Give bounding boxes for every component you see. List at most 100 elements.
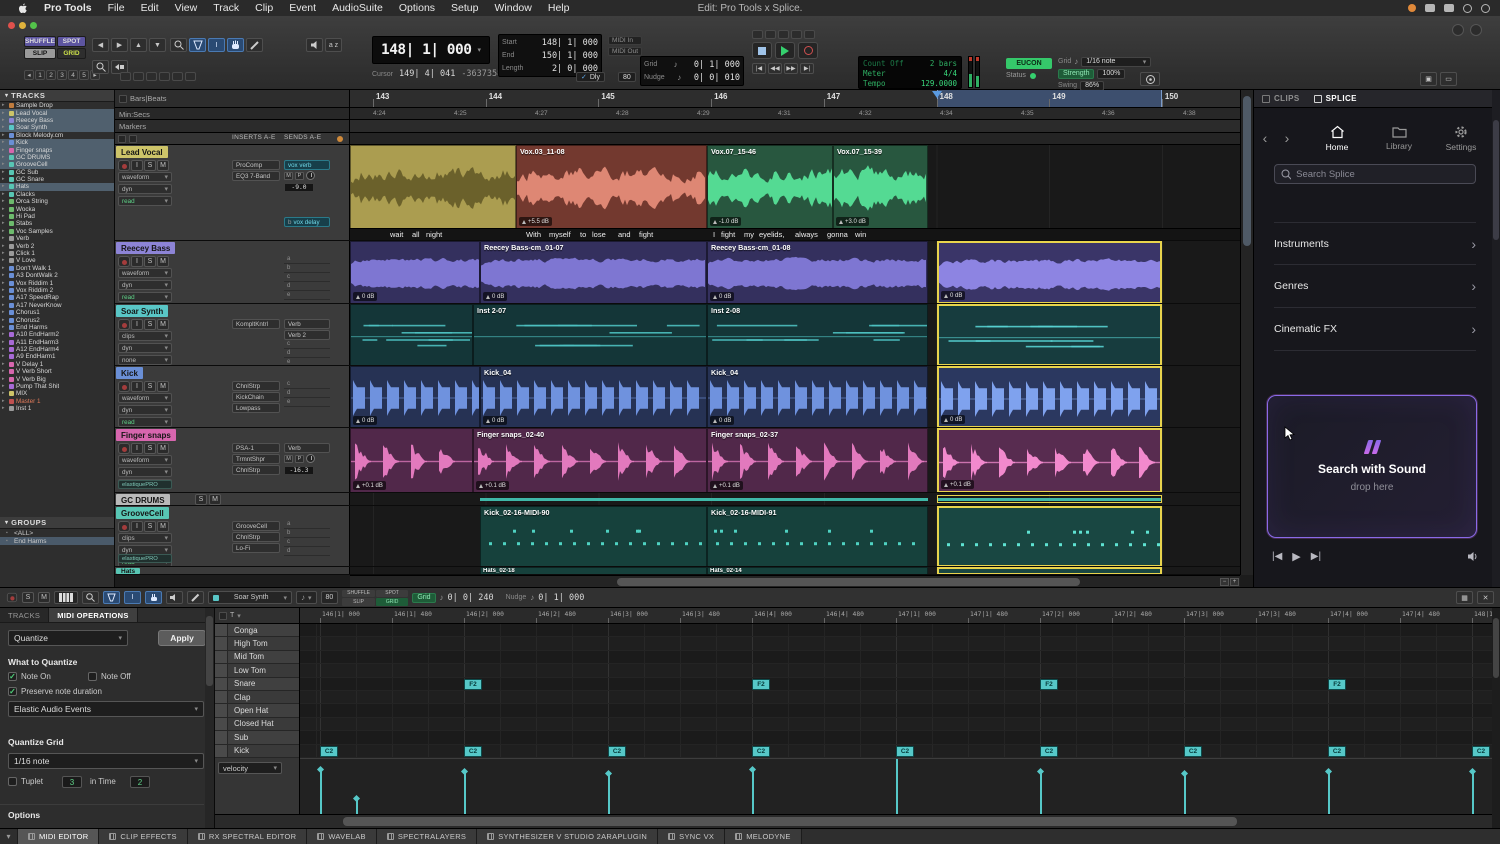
mute-button[interactable]: M bbox=[209, 494, 221, 505]
midi-grid-row[interactable] bbox=[300, 704, 1492, 717]
insert-slot-lowpass[interactable]: Lowpass bbox=[232, 403, 280, 413]
drum-row-kick[interactable]: Kick bbox=[215, 745, 299, 758]
velocity-stem[interactable] bbox=[320, 770, 322, 814]
lyric-word[interactable]: fight bbox=[639, 230, 653, 239]
track-list-item-verb-2[interactable]: ▸Verb 2 bbox=[0, 242, 114, 249]
track-expand-icon[interactable]: ▸ bbox=[2, 288, 7, 293]
window-tab-sync-vx[interactable]: SYNC VX bbox=[658, 829, 725, 844]
edit-vertical-scrollbar[interactable] bbox=[1240, 90, 1253, 575]
track-expand-icon[interactable]: ▸ bbox=[2, 207, 7, 212]
elastic-audio-select[interactable]: Elastic Audio Events▾ bbox=[8, 701, 204, 717]
lyric-word[interactable]: and bbox=[618, 230, 631, 239]
dyn-selector[interactable]: dyn▾ bbox=[118, 280, 172, 290]
pencil-tool-button[interactable] bbox=[246, 38, 263, 52]
solo-button[interactable]: S bbox=[144, 256, 156, 267]
track-header-soar-synth[interactable]: Soar SynthISMclips▾dyn▾none▾KompltKntrlV… bbox=[115, 304, 350, 365]
track-list-item-a17-speedrap[interactable]: ▸A17 SpeedRap bbox=[0, 294, 114, 301]
track-expand-icon[interactable]: ▸ bbox=[2, 369, 7, 374]
track-list-item-v-verb-short[interactable]: ▸V Verb Short bbox=[0, 368, 114, 375]
view-selector[interactable]: waveform▾ bbox=[118, 268, 172, 278]
clip[interactable] bbox=[937, 567, 1162, 574]
velocity-stem[interactable] bbox=[1328, 772, 1330, 814]
insert-slot-procomp[interactable]: ProComp bbox=[232, 160, 280, 170]
track-expand-icon[interactable]: ▸ bbox=[2, 251, 7, 256]
clip[interactable]: 0 dB bbox=[937, 366, 1162, 427]
dyn-selector[interactable]: dyn▾ bbox=[118, 467, 172, 477]
track-expand-icon[interactable]: ▸ bbox=[2, 325, 7, 330]
pan-knob[interactable] bbox=[306, 171, 315, 180]
automation-follows-button[interactable] bbox=[185, 72, 196, 81]
zoomer-tool-button[interactable] bbox=[170, 38, 187, 52]
apple-menu-icon[interactable] bbox=[10, 3, 36, 14]
track-name[interactable]: GC DRUMS bbox=[116, 494, 170, 505]
insert-slot-chnlstrp[interactable]: ChnlStrp bbox=[232, 381, 280, 391]
dyn-selector[interactable]: dyn▾ bbox=[118, 405, 172, 415]
track-expand-icon[interactable]: ▸ bbox=[2, 184, 7, 189]
midi-zoom-button[interactable]: ▼ bbox=[149, 38, 166, 52]
mute-button[interactable]: M bbox=[157, 521, 169, 532]
send-slot-letter-c[interactable]: c bbox=[284, 381, 330, 389]
clip-vox-07-15-39[interactable]: Vox.07_15-39+3.0 dB bbox=[833, 145, 928, 229]
track-list-item-hats[interactable]: ▸Hats bbox=[0, 183, 114, 190]
clip-reecey-bass-cm-01-07[interactable]: Reecey Bass-cm_01-070 dB bbox=[480, 241, 707, 303]
strength-chip[interactable]: Strength bbox=[1058, 69, 1094, 79]
send-slot-letter-d[interactable]: d bbox=[284, 283, 330, 291]
zoom-preset-1[interactable]: 1 bbox=[35, 70, 45, 80]
track-name[interactable]: Hats bbox=[116, 568, 140, 574]
play-sample-button[interactable]: ▶ bbox=[1292, 550, 1300, 563]
drum-header-icon[interactable] bbox=[219, 612, 227, 620]
link-track-button[interactable] bbox=[133, 72, 144, 81]
velocity-stem[interactable] bbox=[608, 774, 610, 814]
clip-reecey-bass-cm-01-08[interactable]: Reecey Bass-cm_01-080 dB bbox=[707, 241, 928, 303]
midi-left-scrollbar[interactable] bbox=[205, 608, 214, 828]
drum-row-low-tom[interactable]: Low Tom bbox=[215, 664, 299, 677]
tab-clips[interactable]: CLIPS bbox=[1262, 94, 1300, 103]
track-expand-icon[interactable]: ▸ bbox=[2, 111, 7, 116]
clip-vox-03-11-08[interactable]: Vox.03_11-08+5.5 dB bbox=[516, 145, 707, 229]
midi-mute-button[interactable]: M bbox=[38, 592, 50, 603]
track-expand-icon[interactable]: ▸ bbox=[2, 155, 7, 160]
track-lane-gc-drums[interactable] bbox=[350, 493, 1240, 505]
tracks-panel-title[interactable]: ▾ TRACKS bbox=[0, 90, 114, 102]
track-list-item-reecey-bass[interactable]: ▸Reecey Bass bbox=[0, 117, 114, 124]
track-list-item-a9-endharm1[interactable]: ▸A9 EndHarm1 bbox=[0, 353, 114, 360]
stop-button[interactable] bbox=[752, 42, 772, 59]
automation-mode-selector[interactable]: read▾ bbox=[118, 292, 172, 302]
zoom-in-button[interactable]: ▶ bbox=[111, 38, 128, 52]
send-slot-letter-a[interactable]: a bbox=[284, 521, 330, 529]
drum-key-cell[interactable] bbox=[215, 664, 228, 676]
track-list-item-hi-pad[interactable]: ▸Hi Pad bbox=[0, 213, 114, 220]
midi-in-indicator[interactable]: MIDI In bbox=[608, 36, 642, 45]
window-tab-melodyne[interactable]: MELODYNE bbox=[725, 829, 802, 844]
view-selector[interactable]: waveform▾ bbox=[118, 455, 172, 465]
track-expand-icon[interactable]: ▸ bbox=[2, 340, 7, 345]
midi-magnifier-icon[interactable] bbox=[82, 591, 99, 604]
midi-horizontal-scrollbar[interactable] bbox=[215, 814, 1492, 828]
eucon-badge[interactable]: EUCON bbox=[1006, 58, 1052, 69]
track-list-item-gc-snare[interactable]: ▸GC Snare bbox=[0, 176, 114, 183]
midi-grid-row[interactable] bbox=[300, 691, 1492, 704]
conductor-button[interactable] bbox=[791, 30, 802, 39]
midi-edit-mode-grid[interactable]: GRID bbox=[376, 598, 409, 606]
clip-hats-02-14[interactable]: Hats_02-14 bbox=[707, 567, 928, 574]
midi-track-selector[interactable]: Soar Synth▾ bbox=[208, 591, 292, 604]
midi-tab-midi-operations[interactable]: MIDI OPERATIONS bbox=[49, 608, 137, 622]
track-expand-icon[interactable]: ▸ bbox=[2, 303, 7, 308]
track-list-item-master-1[interactable]: ▸Master 1 bbox=[0, 398, 114, 405]
velocity-stem[interactable] bbox=[896, 758, 898, 814]
dyn-selector[interactable]: dyn▾ bbox=[118, 343, 172, 353]
track-expand-icon[interactable]: ▸ bbox=[2, 148, 7, 153]
midi-nudge-value[interactable]: 0| 1| 000 bbox=[538, 593, 584, 603]
clip-hats-02-18[interactable]: Hats_02-18 bbox=[480, 567, 707, 574]
drum-row-open-hat[interactable]: Open Hat bbox=[215, 704, 299, 717]
lyric-word[interactable]: gonna bbox=[827, 230, 848, 239]
track-list-item-gc-sub[interactable]: ▸GC Sub bbox=[0, 169, 114, 176]
tuplet-checkbox[interactable]: Tuplet bbox=[8, 777, 43, 786]
elastic-audio-plugin-chip[interactable]: elastiquePRO bbox=[118, 554, 172, 563]
drum-row-conga[interactable]: Conga bbox=[215, 624, 299, 637]
track-header-reecey-bass[interactable]: Reecey BassISMwaveform▾dyn▾read▾abcde bbox=[115, 241, 350, 303]
track-expand-icon[interactable]: ▸ bbox=[2, 362, 7, 367]
toolbar-options-button[interactable] bbox=[1470, 24, 1482, 36]
track-list-item-v-delay-1[interactable]: ▸V Delay 1 bbox=[0, 361, 114, 368]
track-expand-icon[interactable]: ▸ bbox=[2, 406, 7, 411]
